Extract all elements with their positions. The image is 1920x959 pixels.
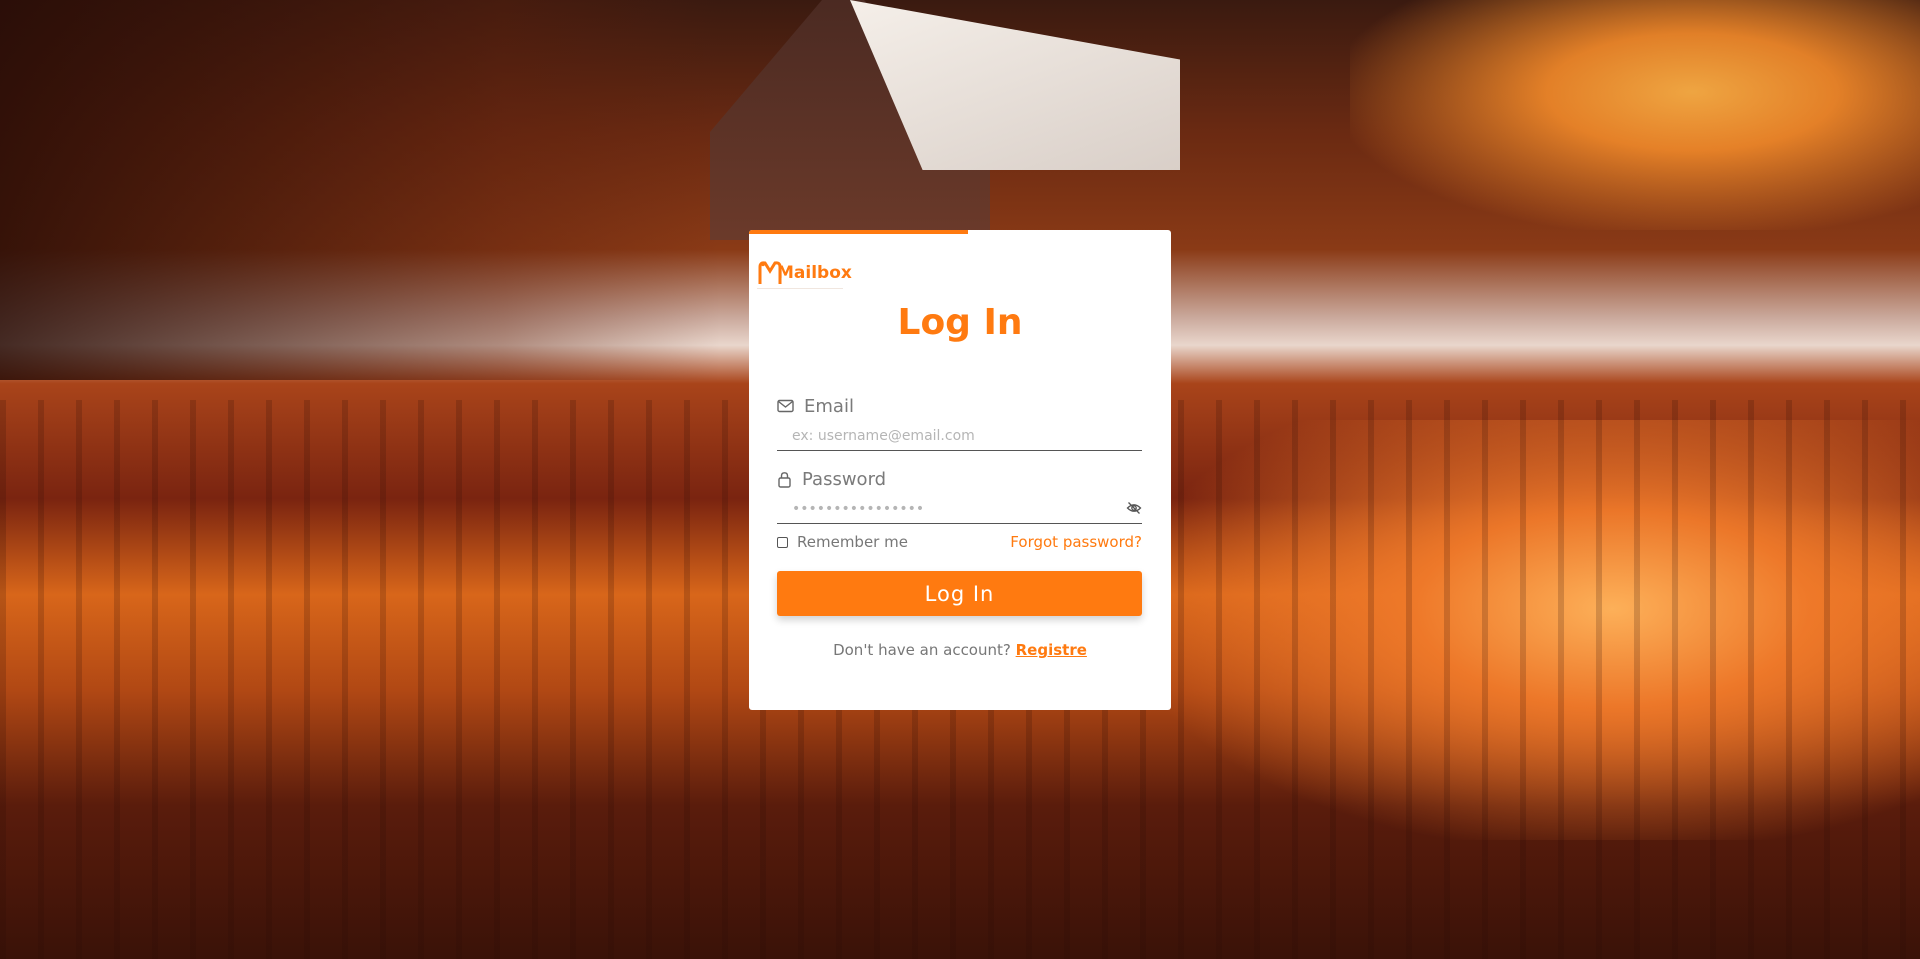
sunset-sky <box>1350 0 1920 230</box>
login-button[interactable]: Log In <box>777 571 1142 616</box>
envelope-icon <box>777 399 794 413</box>
mailbox-logo: Mailbox <box>757 258 852 289</box>
forgot-password-link[interactable]: Forgot password? <box>1010 533 1142 551</box>
remember-label: Remember me <box>797 533 908 551</box>
login-card: Mailbox Log In Email Password <box>749 230 1171 710</box>
remember-row: Remember me Forgot password? <box>777 532 1142 552</box>
mailbox-logo-icon <box>757 260 783 286</box>
password-field-group: Password <box>777 467 1142 524</box>
signup-prompt: Don't have an account? <box>833 641 1016 659</box>
remember-me[interactable]: Remember me <box>777 533 908 551</box>
progress-bar <box>749 230 969 234</box>
email-label: Email <box>804 395 854 417</box>
email-input[interactable] <box>777 422 1142 451</box>
password-label: Password <box>802 468 887 490</box>
page-title: Log In <box>897 302 1023 343</box>
register-link[interactable]: Registre <box>1016 641 1087 659</box>
snowy-house <box>710 0 1210 240</box>
password-input[interactable] <box>777 495 1142 524</box>
email-field-group: Email <box>777 394 1142 451</box>
remember-checkbox[interactable] <box>777 536 788 548</box>
signup-row: Don't have an account? Registre <box>749 641 1171 659</box>
logo-text: Mailbox <box>777 263 852 283</box>
lock-icon <box>777 471 792 488</box>
eye-off-icon[interactable] <box>1126 500 1142 516</box>
trees-left <box>0 0 720 380</box>
